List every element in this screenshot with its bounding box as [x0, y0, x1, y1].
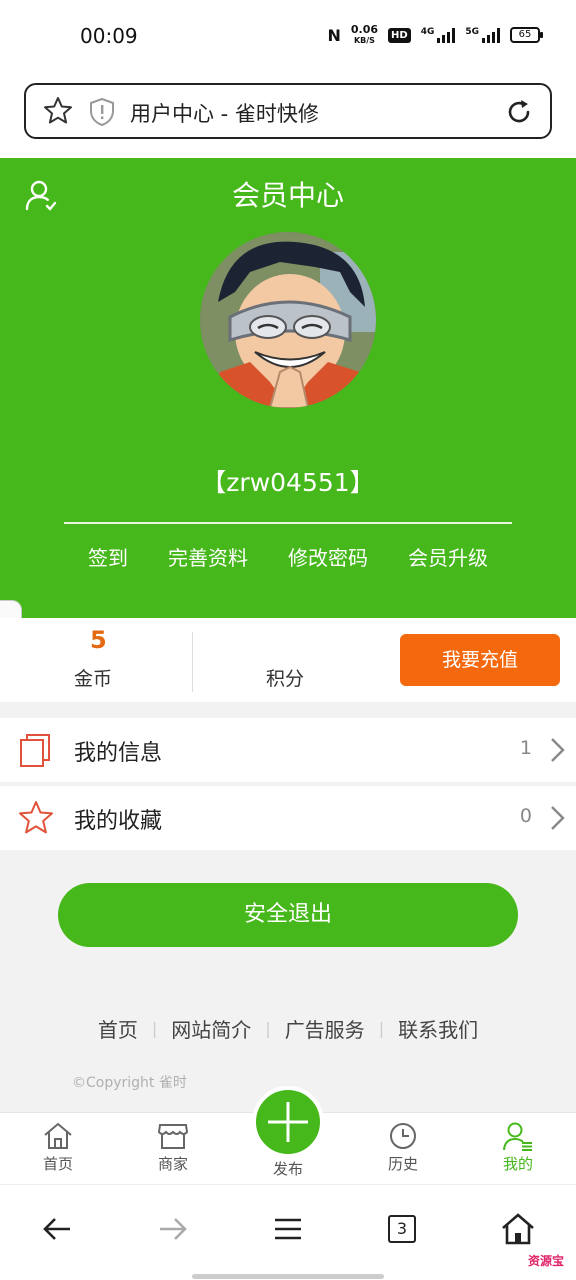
- list-item-label: 我的收藏: [74, 809, 163, 834]
- tab-label: 首页: [42, 1155, 73, 1173]
- browser-navigation: 3: [0, 1184, 576, 1280]
- member-upgrade-link[interactable]: 会员升级: [408, 542, 488, 571]
- tab-label: 我的: [502, 1155, 533, 1173]
- footer-separator: |: [378, 1019, 385, 1038]
- nfc-icon: N: [327, 25, 341, 45]
- avatar-image: [200, 232, 376, 408]
- document-icon: [20, 734, 50, 767]
- tab-home[interactable]: 首页: [18, 1121, 98, 1174]
- battery-icon: 65: [510, 27, 543, 43]
- tab-merchants[interactable]: 商家: [133, 1121, 213, 1174]
- home-icon: [44, 1122, 72, 1149]
- header-divider: [64, 522, 512, 524]
- stats-divider: [192, 632, 193, 692]
- user-icon: [503, 1122, 532, 1151]
- status-bar: 00:09 N 0.06 KB/S HD 4G 5G 65: [0, 0, 576, 72]
- checkin-link[interactable]: 签到: [88, 542, 128, 571]
- publish-label: 发布: [272, 1160, 303, 1178]
- status-time: 00:09: [80, 24, 138, 48]
- back-icon[interactable]: [38, 1209, 78, 1249]
- speed-value: 0.06: [350, 23, 379, 36]
- publish-button[interactable]: [252, 1086, 324, 1158]
- bookmark-star-icon[interactable]: [42, 95, 74, 127]
- avatar[interactable]: [200, 232, 376, 408]
- coins-label: 金币: [74, 668, 113, 690]
- signal-4g-icon: 4G: [421, 27, 456, 43]
- forward-icon[interactable]: [152, 1209, 192, 1249]
- list-item-count: 1: [519, 737, 532, 759]
- shop-icon: [157, 1124, 189, 1149]
- clock-icon: [390, 1123, 416, 1149]
- tab-label: 历史: [387, 1155, 418, 1173]
- coins-value: 5: [90, 626, 107, 654]
- logout-button[interactable]: 安全退出: [58, 883, 518, 947]
- footer-link-about[interactable]: 网站简介: [171, 1014, 251, 1043]
- points-label: 积分: [266, 668, 305, 690]
- list-item-count: 0: [519, 805, 532, 827]
- tab-history[interactable]: 历史: [363, 1121, 443, 1174]
- star-icon: [19, 801, 53, 834]
- recharge-button[interactable]: 我要充值: [400, 634, 560, 686]
- tab-mine[interactable]: 我的: [478, 1121, 558, 1174]
- list-item-my-favorites[interactable]: 我的收藏 0: [0, 786, 576, 850]
- username: 【zrw04551】: [201, 468, 375, 497]
- change-password-link[interactable]: 修改密码: [288, 542, 368, 571]
- account-stats: 5 金币 积分 我要充值: [0, 618, 576, 702]
- net2-label: 5G: [465, 27, 479, 37]
- speed-unit: KB/S: [353, 36, 375, 45]
- home-page-icon[interactable]: [498, 1209, 538, 1249]
- watermark-tag: 资源宝: [527, 1254, 564, 1268]
- hd-badge: HD: [388, 27, 411, 43]
- security-shield-icon[interactable]: [88, 97, 116, 127]
- footer-link-ads[interactable]: 广告服务: [285, 1014, 365, 1043]
- network-speed: 0.06 KB/S: [351, 24, 378, 46]
- member-header: 会员中心 【zrw04551】 签到 完善资料 修改密码 会员升级: [0, 158, 576, 618]
- home-indicator[interactable]: [192, 1274, 384, 1279]
- list-item-my-info[interactable]: 我的信息 1: [0, 718, 576, 782]
- footer-link-contact[interactable]: 联系我们: [398, 1014, 478, 1043]
- chevron-right-icon: [551, 738, 565, 762]
- status-indicators: N 0.06 KB/S HD 4G 5G 65: [327, 24, 543, 46]
- chevron-right-icon: [551, 806, 565, 830]
- footer-separator: |: [151, 1019, 158, 1038]
- tab-count: 3: [388, 1215, 416, 1243]
- page-title[interactable]: 用户中心 - 雀时快修: [130, 98, 319, 128]
- header-title: 会员中心: [231, 179, 344, 212]
- address-bar[interactable]: 用户中心 - 雀时快修: [24, 83, 552, 139]
- footer-separator: |: [265, 1019, 271, 1038]
- tab-label: 商家: [157, 1155, 188, 1173]
- footer-links: 首页 | 网站简介 | 广告服务 | 联系我们: [0, 1014, 576, 1043]
- complete-profile-link[interactable]: 完善资料: [168, 542, 248, 571]
- reload-icon[interactable]: [504, 97, 534, 127]
- menu-icon[interactable]: [268, 1209, 308, 1249]
- plus-icon: [268, 1102, 308, 1142]
- footer-link-home[interactable]: 首页: [98, 1014, 138, 1043]
- net1-label: 4G: [420, 27, 435, 37]
- tabs-button[interactable]: 3: [382, 1209, 422, 1249]
- copyright: ©Copyright 雀时: [72, 1075, 187, 1091]
- signal-5g-icon: 5G: [465, 27, 500, 43]
- list-item-label: 我的信息: [74, 741, 163, 766]
- member-actions: 签到 完善资料 修改密码 会员升级: [64, 542, 512, 571]
